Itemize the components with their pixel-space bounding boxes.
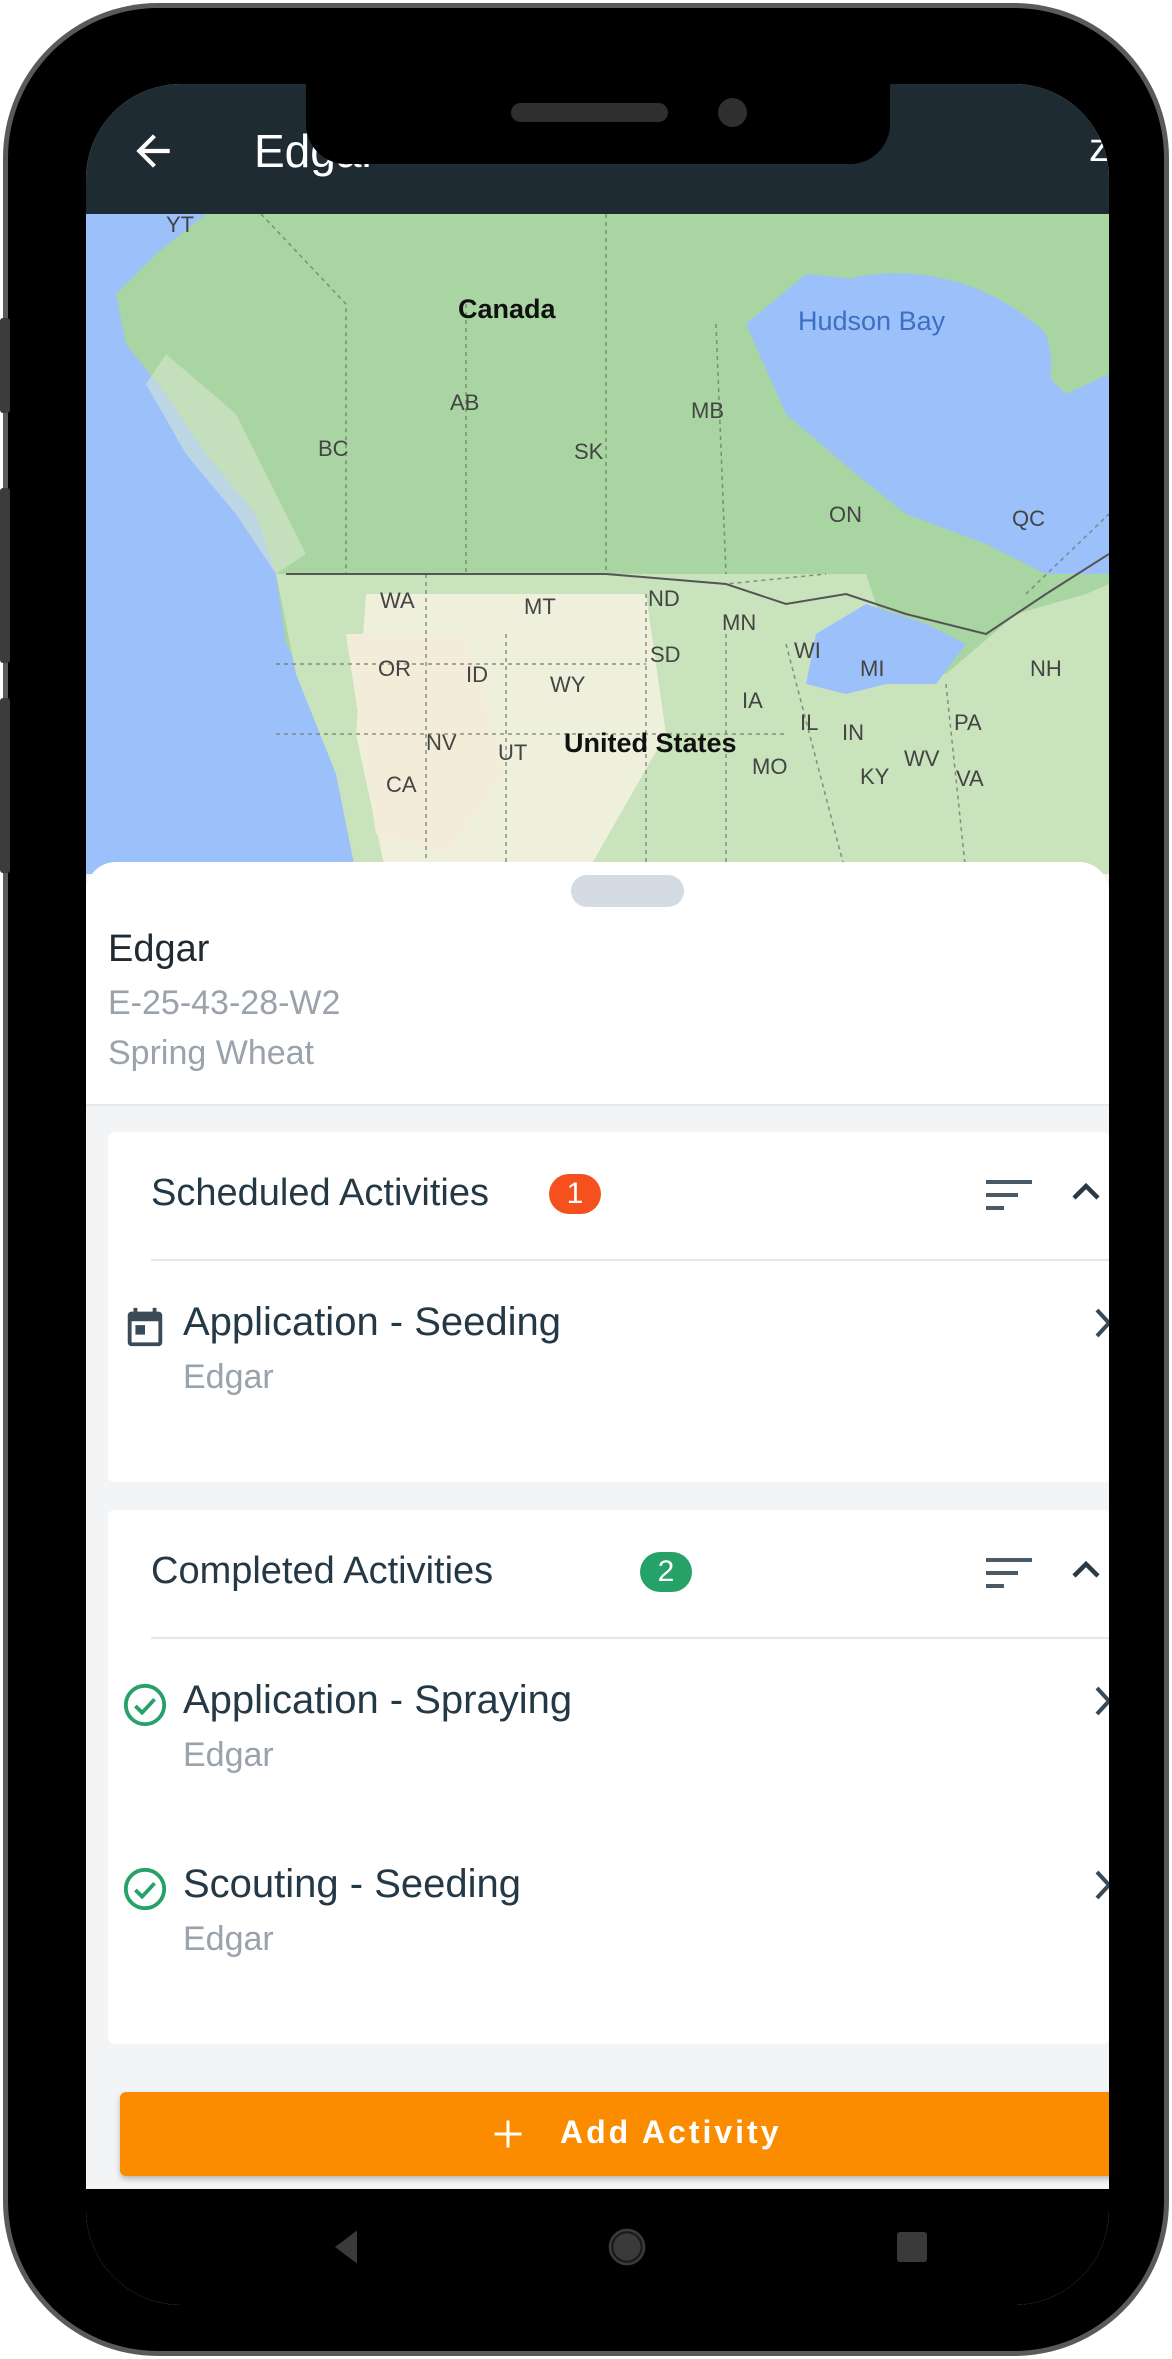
map-label-mt: MT xyxy=(524,594,556,619)
map-label-ky: KY xyxy=(860,764,890,789)
map-label-il: IL xyxy=(800,710,819,735)
map-label-nd: ND xyxy=(648,586,680,611)
field-name: Edgar xyxy=(108,928,210,970)
add-activity-button[interactable]: Add Activity xyxy=(120,2092,1109,2176)
map-label-hudson-bay: Hudson Bay xyxy=(798,306,946,336)
chevron-up-icon[interactable] xyxy=(1068,1552,1104,1588)
map-label-united-states: United States xyxy=(564,728,737,758)
check-circle-icon xyxy=(123,1683,167,1727)
divider xyxy=(151,1637,1109,1639)
map-label-mb: MB xyxy=(691,398,724,423)
map-label-ut: UT xyxy=(498,740,528,765)
scheduled-activities-card: Scheduled Activities 1 Application - See… xyxy=(108,1132,1109,1482)
map-label-qc: QC xyxy=(1012,506,1045,531)
activity-field: Edgar xyxy=(183,1920,274,1958)
front-camera xyxy=(718,98,747,127)
screen: Edgar z YT Canada Hudson Bay AB MB BC SK… xyxy=(86,84,1109,2305)
completed-activities-header[interactable]: Completed Activities 2 xyxy=(108,1510,1109,1639)
map-label-wa: WA xyxy=(380,588,415,613)
map-label-ca: CA xyxy=(386,772,417,797)
activity-title: Application - Seeding xyxy=(183,1300,562,1344)
add-activity-label: Add Activity xyxy=(560,2114,782,2150)
field-map[interactable]: YT Canada Hudson Bay AB MB BC SK ON QC W… xyxy=(86,214,1109,874)
map-label-id: ID xyxy=(466,662,488,687)
map-label-in: IN xyxy=(842,720,864,745)
field-legal-land: E-25-43-28-W2 xyxy=(108,984,341,1022)
sort-icon[interactable] xyxy=(986,1178,1032,1212)
chevron-right-icon xyxy=(1095,1308,1109,1338)
map-label-mi: MI xyxy=(860,656,885,681)
activity-field: Edgar xyxy=(183,1736,274,1774)
header-action-edge[interactable]: z xyxy=(1089,126,1109,171)
field-crop: Spring Wheat xyxy=(108,1034,314,1072)
sheet-drag-handle[interactable] xyxy=(571,875,684,907)
map-label-yt: YT xyxy=(166,214,195,237)
map-label-ab: AB xyxy=(450,390,480,415)
map-label-nv: NV xyxy=(426,730,457,755)
nav-back-icon[interactable] xyxy=(324,2225,368,2269)
system-nav-bar xyxy=(86,2189,1109,2305)
phone-frame: Edgar z YT Canada Hudson Bay AB MB BC SK… xyxy=(0,8,1164,2351)
list-item[interactable]: Application - Seeding Edgar xyxy=(108,1282,1109,1442)
map-label-nh: NH xyxy=(1030,656,1062,681)
side-button xyxy=(0,698,10,873)
side-button xyxy=(0,488,10,663)
scheduled-count-badge: 1 xyxy=(549,1174,601,1214)
map-label-mo: MO xyxy=(752,754,788,779)
sort-icon[interactable] xyxy=(986,1556,1032,1590)
chevron-right-icon xyxy=(1095,1870,1109,1900)
chevron-right-icon xyxy=(1095,1686,1109,1716)
map-label-on: ON xyxy=(829,502,862,527)
activity-title: Scouting - Seeding xyxy=(183,1862,522,1906)
calendar-icon xyxy=(127,1307,163,1347)
scheduled-activities-title: Scheduled Activities xyxy=(151,1172,489,1214)
check-circle-icon xyxy=(123,1867,167,1911)
nav-recents-icon[interactable] xyxy=(894,2229,930,2265)
list-item[interactable]: Application - Spraying Edgar xyxy=(108,1660,1109,1820)
map-label-wv: WV xyxy=(904,746,940,771)
activity-title: Application - Spraying xyxy=(183,1678,573,1722)
camera-notch xyxy=(306,84,890,164)
plus-icon xyxy=(494,2120,522,2148)
map-label-wy: WY xyxy=(550,672,586,697)
map-label-ia: IA xyxy=(742,688,763,713)
map-label-sd: SD xyxy=(650,642,681,667)
scheduled-activities-header[interactable]: Scheduled Activities 1 xyxy=(108,1132,1109,1261)
divider xyxy=(151,1259,1109,1261)
speaker xyxy=(511,103,668,122)
list-item[interactable]: Scouting - Seeding Edgar xyxy=(108,1844,1109,2004)
map-label-va: VA xyxy=(956,766,984,791)
map-label-wi: WI xyxy=(794,638,821,663)
back-arrow-icon[interactable] xyxy=(128,126,178,176)
map-label-bc: BC xyxy=(318,436,349,461)
chevron-up-icon[interactable] xyxy=(1068,1174,1104,1210)
map-label-canada: Canada xyxy=(458,294,556,324)
completed-activities-card: Completed Activities 2 Application - Spr… xyxy=(108,1510,1109,2044)
map-label-or: OR xyxy=(378,656,411,681)
completed-count-badge: 2 xyxy=(640,1552,692,1592)
activity-field: Edgar xyxy=(183,1358,274,1396)
map-label-mn: MN xyxy=(722,610,757,635)
side-button xyxy=(0,318,10,413)
map-label-sk: SK xyxy=(574,439,604,464)
completed-activities-title: Completed Activities xyxy=(151,1550,494,1592)
nav-home-icon[interactable] xyxy=(605,2225,649,2269)
map-label-pa: PA xyxy=(954,710,982,735)
field-info-sheet: Edgar E-25-43-28-W2 Spring Wheat xyxy=(86,862,1109,1106)
